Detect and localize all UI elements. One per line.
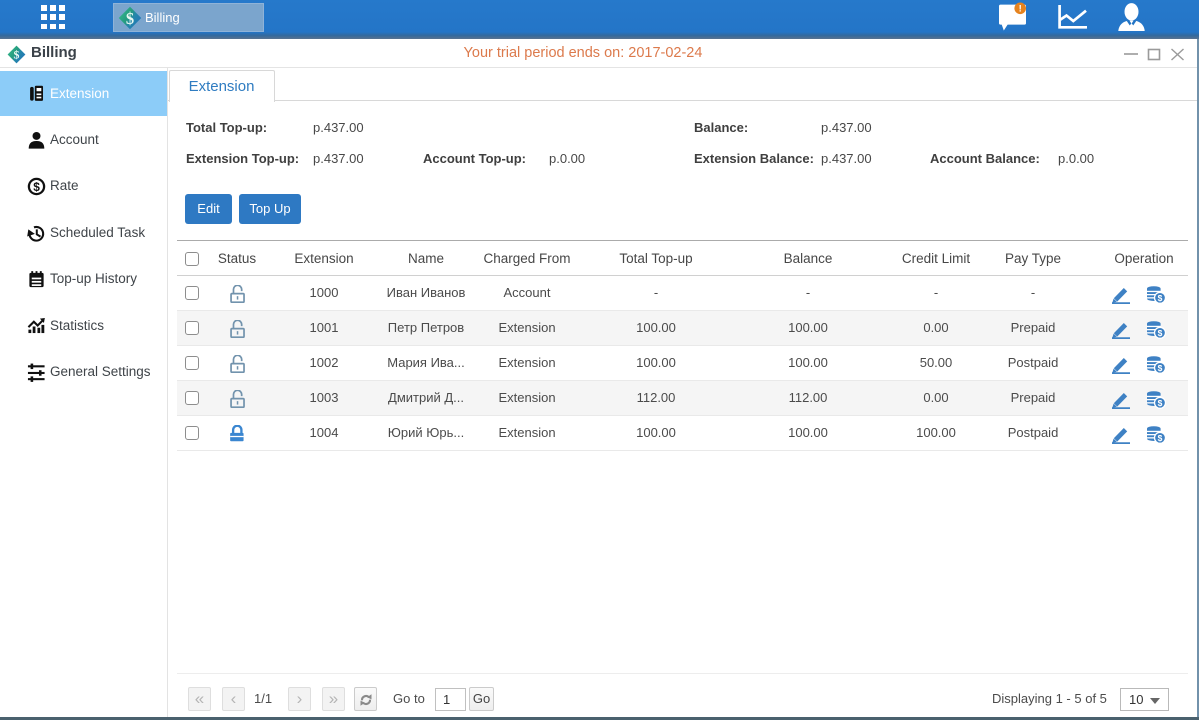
svg-text:$: $ bbox=[126, 9, 134, 28]
svg-text:$: $ bbox=[1157, 432, 1162, 442]
svg-text:!: ! bbox=[1019, 4, 1022, 15]
svg-text:$: $ bbox=[1157, 292, 1162, 302]
svg-text:$: $ bbox=[33, 180, 40, 194]
svg-text:$: $ bbox=[1157, 327, 1162, 337]
svg-text:$: $ bbox=[1157, 397, 1162, 407]
svg-text:$: $ bbox=[1157, 362, 1162, 372]
